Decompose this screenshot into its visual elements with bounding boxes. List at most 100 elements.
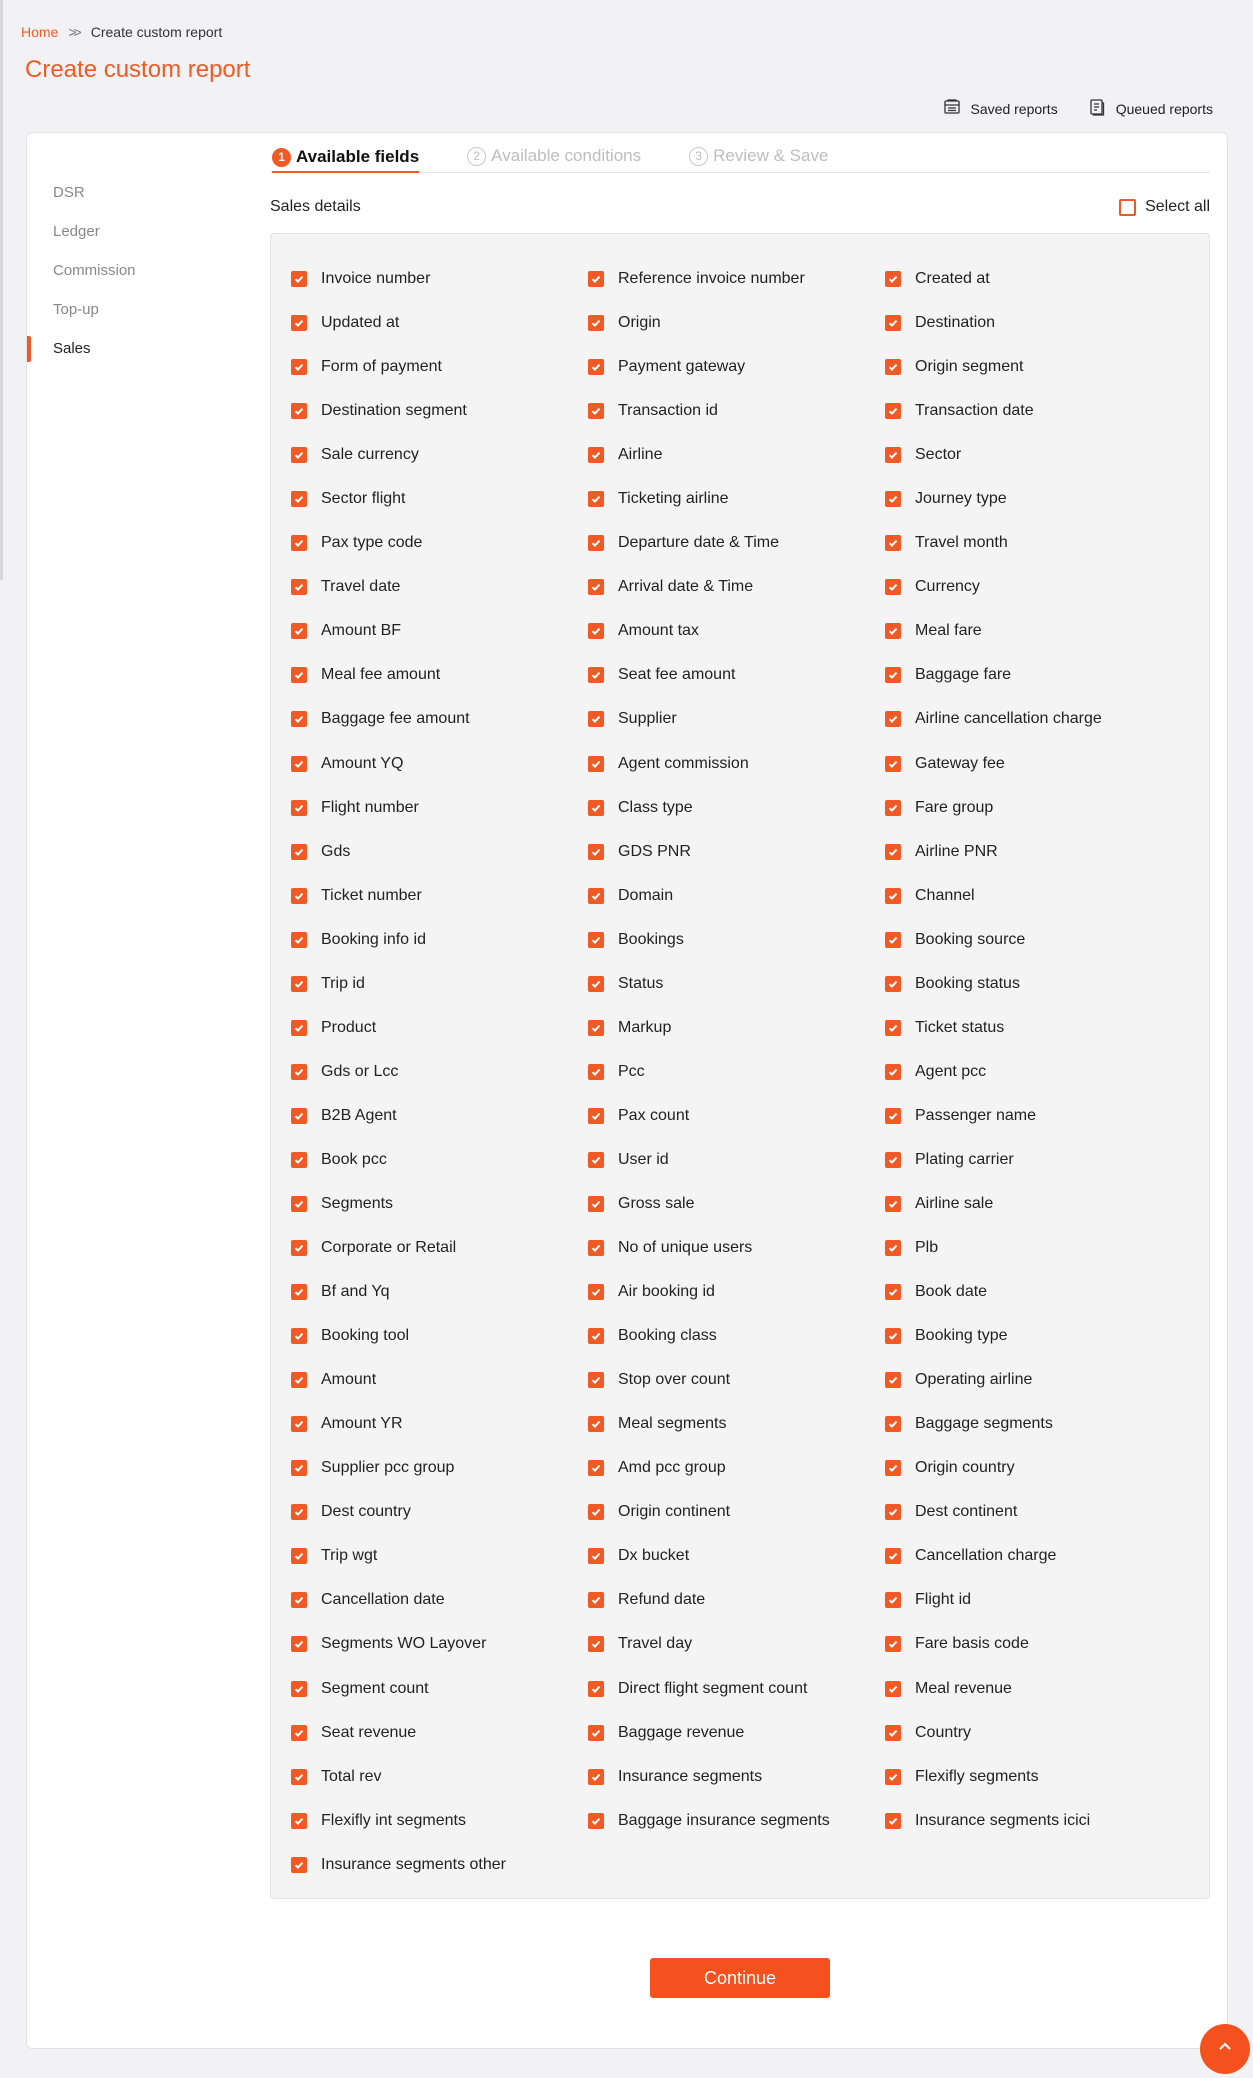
checkbox-checked[interactable] [291, 1284, 307, 1301]
checkbox-checked[interactable] [588, 579, 604, 596]
checkbox-checked[interactable] [291, 1328, 307, 1345]
checkbox-checked[interactable] [588, 1196, 604, 1212]
field-checkbox-item[interactable]: Departure date & Time [588, 521, 885, 565]
checkbox-checked[interactable] [885, 1724, 901, 1741]
field-checkbox-item[interactable]: Passenger name [885, 1094, 1182, 1138]
checkbox-checked[interactable] [291, 1107, 307, 1124]
field-checkbox-item[interactable]: Baggage revenue [588, 1711, 885, 1755]
checkbox-checked[interactable] [885, 1151, 901, 1168]
field-checkbox-item[interactable]: Insurance segments other [291, 1843, 588, 1887]
checkbox-checked[interactable] [588, 315, 604, 332]
field-checkbox-item[interactable]: Direct flight segment count [588, 1667, 885, 1711]
checkbox-checked[interactable] [885, 623, 901, 640]
checkbox-checked[interactable] [885, 1019, 901, 1036]
field-checkbox-item[interactable]: Trip wgt [291, 1534, 588, 1578]
field-checkbox-item[interactable]: Gds or Lcc [291, 1050, 588, 1094]
checkbox-checked[interactable] [885, 1284, 901, 1301]
field-checkbox-item[interactable]: Segments [291, 1182, 588, 1226]
checkbox-checked[interactable] [885, 1107, 901, 1124]
checkbox-checked[interactable] [291, 579, 307, 596]
checkbox-checked[interactable] [291, 1724, 307, 1741]
field-checkbox-item[interactable]: Pcc [588, 1050, 885, 1094]
field-checkbox-item[interactable]: Segments WO Layover [291, 1622, 588, 1666]
sidebar-item-ledger[interactable]: Ledger [27, 212, 247, 251]
field-checkbox-item[interactable]: Sector [885, 433, 1182, 477]
field-checkbox-item[interactable]: Dx bucket [588, 1534, 885, 1578]
checkbox-checked[interactable] [291, 1416, 307, 1433]
checkbox-checked[interactable] [588, 975, 604, 992]
checkbox-checked[interactable] [588, 1328, 604, 1345]
checkbox-checked[interactable] [885, 1636, 901, 1653]
sidebar-item-commission[interactable]: Commission [27, 251, 247, 290]
field-checkbox-item[interactable]: Reference invoice number [588, 257, 885, 301]
field-checkbox-item[interactable]: Gross sale [588, 1182, 885, 1226]
checkbox-checked[interactable] [291, 315, 307, 332]
checkbox-checked[interactable] [588, 1724, 604, 1741]
field-checkbox-item[interactable]: Seat fee amount [588, 653, 885, 697]
queued-reports-button[interactable]: Queued reports [1088, 98, 1213, 119]
checkbox-checked[interactable] [885, 271, 901, 288]
checkbox-checked[interactable] [885, 535, 901, 552]
field-checkbox-item[interactable]: Status [588, 962, 885, 1006]
sidebar-item-top-up[interactable]: Top-up [27, 290, 247, 329]
checkbox-checked[interactable] [885, 799, 901, 816]
field-checkbox-item[interactable]: Baggage segments [885, 1402, 1182, 1446]
breadcrumb-home-link[interactable]: Home [21, 24, 58, 40]
continue-button[interactable]: Continue [650, 1958, 830, 1998]
checkbox-checked[interactable] [291, 1460, 307, 1477]
checkbox-checked[interactable] [291, 1856, 307, 1873]
field-checkbox-item[interactable]: Origin segment [885, 345, 1182, 389]
field-checkbox-item[interactable]: Sale currency [291, 433, 588, 477]
field-checkbox-item[interactable]: Journey type [885, 477, 1182, 521]
field-checkbox-item[interactable]: Flexifly int segments [291, 1799, 588, 1843]
field-checkbox-item[interactable]: Pax type code [291, 521, 588, 565]
checkbox-checked[interactable] [885, 447, 901, 464]
checkbox-checked[interactable] [588, 1548, 604, 1565]
checkbox-checked[interactable] [588, 1019, 604, 1036]
field-checkbox-item[interactable]: Created at [885, 257, 1182, 301]
field-checkbox-item[interactable]: Booking class [588, 1314, 885, 1358]
field-checkbox-item[interactable]: Amount [291, 1358, 588, 1402]
field-checkbox-item[interactable]: Origin country [885, 1446, 1182, 1490]
checkbox-checked[interactable] [588, 1636, 604, 1653]
checkbox-checked[interactable] [588, 535, 604, 552]
field-checkbox-item[interactable]: Refund date [588, 1578, 885, 1622]
field-checkbox-item[interactable]: Operating airline [885, 1358, 1182, 1402]
checkbox-checked[interactable] [588, 1107, 604, 1124]
checkbox-checked[interactable] [588, 1063, 604, 1080]
checkbox-checked[interactable] [885, 887, 901, 904]
field-checkbox-item[interactable]: Booking type [885, 1314, 1182, 1358]
checkbox-checked[interactable] [291, 755, 307, 772]
checkbox-checked[interactable] [291, 1812, 307, 1829]
field-checkbox-item[interactable]: Flight number [291, 786, 588, 830]
checkbox-checked[interactable] [588, 755, 604, 772]
checkbox-checked[interactable] [885, 1768, 901, 1785]
select-all-checkbox[interactable]: Select all [1119, 198, 1210, 216]
field-checkbox-item[interactable]: Amount YR [291, 1402, 588, 1446]
field-checkbox-item[interactable]: Transaction date [885, 389, 1182, 433]
checkbox-checked[interactable] [885, 711, 901, 728]
field-checkbox-item[interactable]: Country [885, 1711, 1182, 1755]
checkbox-checked[interactable] [885, 843, 901, 860]
field-checkbox-item[interactable]: Meal revenue [885, 1667, 1182, 1711]
tab-available-conditions[interactable]: 2 Available conditions [467, 146, 641, 172]
checkbox-checked[interactable] [588, 843, 604, 860]
checkbox-checked[interactable] [291, 799, 307, 816]
field-checkbox-item[interactable]: Form of payment [291, 345, 588, 389]
checkbox-checked[interactable] [885, 403, 901, 420]
field-checkbox-item[interactable]: Domain [588, 874, 885, 918]
checkbox-checked[interactable] [885, 755, 901, 772]
checkbox-checked[interactable] [588, 1151, 604, 1168]
field-checkbox-item[interactable]: Product [291, 1006, 588, 1050]
field-checkbox-item[interactable]: Bookings [588, 918, 885, 962]
sidebar-item-sales[interactable]: Sales [27, 329, 247, 368]
field-checkbox-item[interactable]: Baggage fare [885, 653, 1182, 697]
checkbox-checked[interactable] [291, 843, 307, 860]
checkbox-checked[interactable] [291, 1504, 307, 1521]
field-checkbox-item[interactable]: Baggage fee amount [291, 697, 588, 741]
field-checkbox-item[interactable]: Book date [885, 1270, 1182, 1314]
checkbox-checked[interactable] [588, 623, 604, 640]
checkbox-checked[interactable] [588, 1592, 604, 1609]
checkbox-checked[interactable] [291, 271, 307, 288]
field-checkbox-item[interactable]: Cancellation charge [885, 1534, 1182, 1578]
